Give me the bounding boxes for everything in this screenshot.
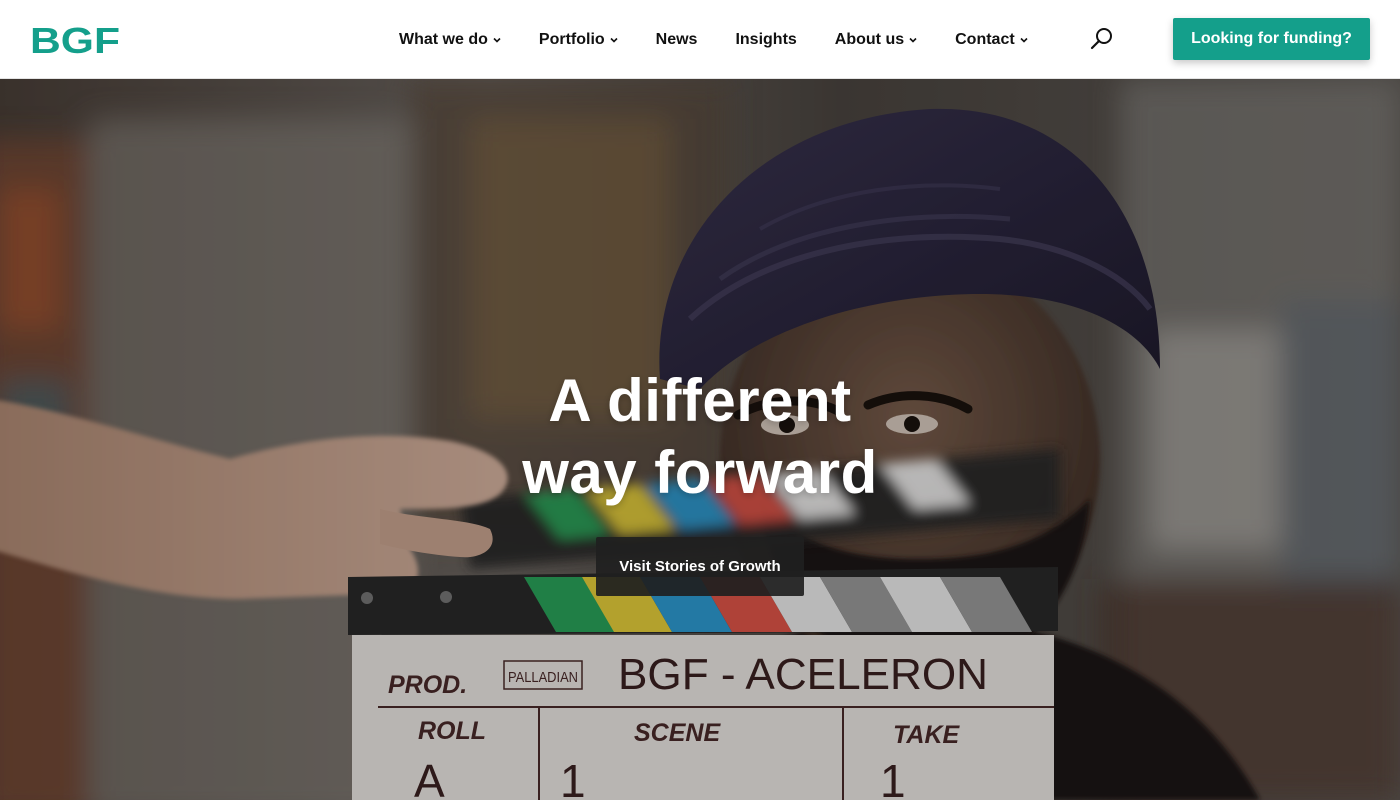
hero-title-line-1: A different (548, 367, 852, 434)
hero-title-line-2: way forward (522, 439, 878, 506)
logo-text: BGF (30, 24, 120, 56)
nav-label: News (655, 30, 698, 48)
nav-news[interactable]: News (637, 0, 717, 79)
search-icon (1090, 28, 1112, 50)
search-button[interactable] (1089, 26, 1115, 52)
looking-for-funding-button[interactable]: Looking for funding? (1173, 18, 1370, 60)
nav-portfolio[interactable]: Portfolio (520, 0, 637, 79)
hero-section: PROD. PALLADIAN BGF - ACELERON ROLL SCEN… (0, 79, 1400, 800)
nav-what-we-do[interactable]: What we do (380, 0, 520, 79)
nav-label: What we do (399, 30, 488, 48)
main-nav: What we do Portfolio News Insights About… (380, 0, 1047, 79)
chevron-down-icon (1020, 37, 1028, 43)
nav-about-us[interactable]: About us (816, 0, 936, 79)
chevron-down-icon (610, 37, 618, 43)
bgf-logo[interactable]: BGF (30, 24, 122, 56)
nav-contact[interactable]: Contact (936, 0, 1047, 79)
site-header: BGF What we do Portfolio News Insights A… (0, 0, 1400, 79)
nav-label: Portfolio (538, 30, 605, 48)
chevron-down-icon (909, 37, 917, 43)
hero-title: A different way forward (400, 365, 1000, 509)
visit-stories-of-growth-button[interactable]: Visit Stories of Growth (596, 537, 804, 596)
nav-insights[interactable]: Insights (716, 0, 815, 79)
nav-label: Contact (955, 30, 1015, 48)
nav-label: Insights (735, 30, 797, 48)
bgf-logo-mark: BGF (30, 24, 120, 56)
nav-label: About us (834, 30, 905, 48)
chevron-down-icon (493, 37, 501, 43)
